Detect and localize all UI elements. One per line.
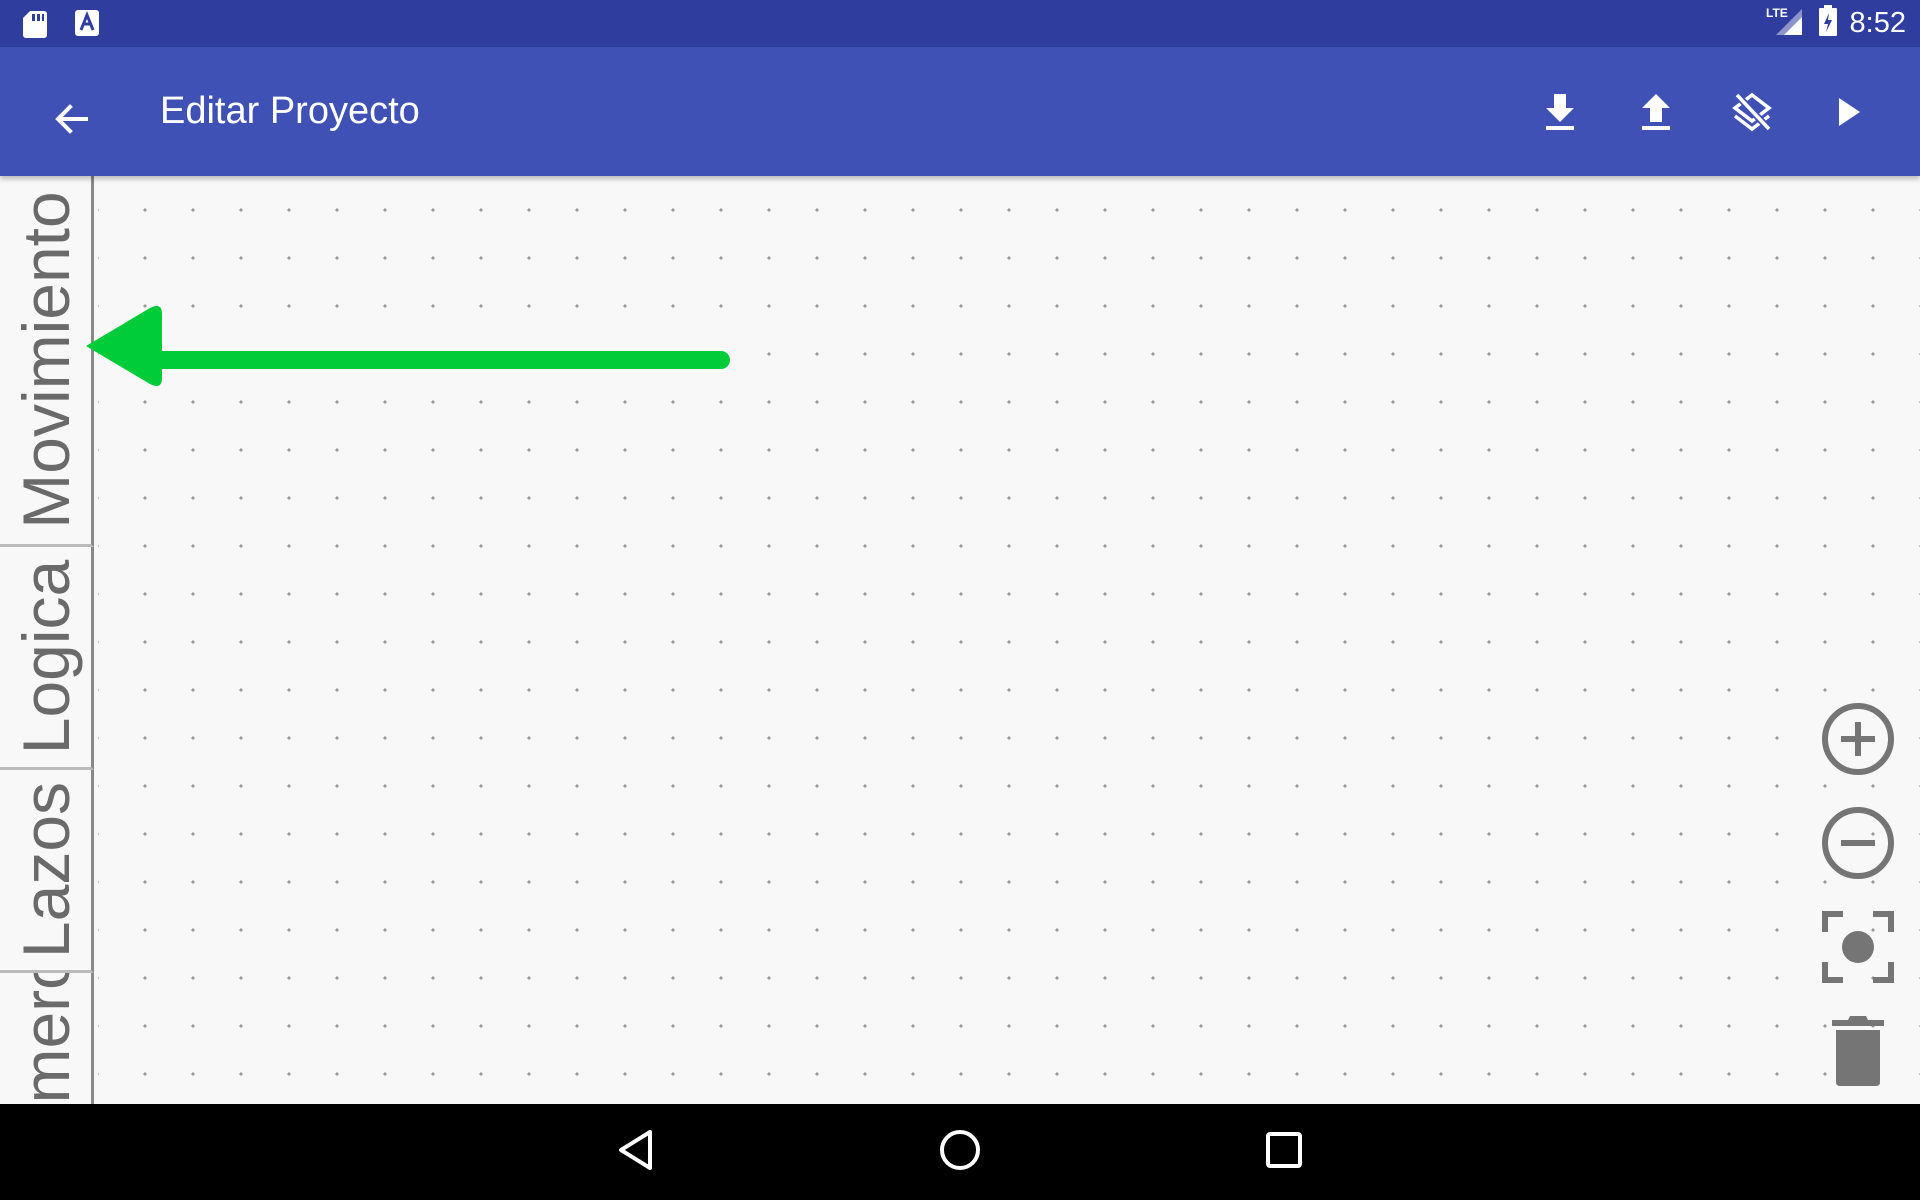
status-bar-notifications [22,9,100,44]
arrow-back-icon [52,99,92,144]
home-nav-icon [938,1128,982,1177]
tab-logica[interactable]: Logica [0,547,94,770]
recenter-icon [1821,910,1895,989]
upload-icon [1639,92,1673,137]
page-title: Editar Proyecto [160,90,420,132]
app-notification-icon [74,9,100,44]
download-icon [1543,92,1577,137]
zoom-in-button[interactable] [1820,702,1896,781]
clock: 8:52 [1849,7,1906,39]
back-nav-icon [616,1128,656,1177]
annotation-arrow [80,306,740,391]
toolbar-actions [1528,89,1880,139]
nav-recents-button[interactable] [1256,1124,1312,1180]
trash-icon [1828,1014,1888,1093]
layers-clear-icon [1731,91,1773,138]
recents-nav-icon [1264,1130,1304,1175]
layers-clear-button[interactable] [1720,89,1784,139]
status-bar: LTE 8:52 [0,0,1920,47]
battery-icon [1818,5,1838,42]
status-bar-system: LTE 8:52 [1766,0,1906,47]
back-button[interactable] [40,89,104,153]
zoom-out-icon [1821,806,1895,885]
recenter-button[interactable] [1820,910,1896,989]
signal-icon: LTE [1766,5,1806,42]
tab-label: Movimiento [8,191,83,529]
system-nav-bar [0,1104,1920,1200]
play-icon [1833,95,1863,134]
upload-button[interactable] [1624,89,1688,139]
app-bar: Editar Proyecto [0,47,1920,176]
tab-label: Lazos [8,781,83,959]
download-button[interactable] [1528,89,1592,139]
tab-label: Numeros [8,973,84,1104]
workspace-controls [1820,702,1896,1091]
nav-back-button[interactable] [608,1124,664,1180]
nav-home-button[interactable] [932,1124,988,1180]
tab-label: Logica [8,559,83,755]
zoom-in-icon [1821,702,1895,781]
zoom-out-button[interactable] [1820,806,1896,885]
trash-button[interactable] [1820,1015,1896,1091]
sd-card-icon [22,9,48,44]
tab-numeros[interactable]: Numeros [0,973,94,1104]
play-button[interactable] [1816,89,1880,139]
network-label: LTE [1766,6,1788,20]
block-workspace[interactable]: Movimiento Logica Lazos Numeros [0,176,1920,1104]
tab-lazos[interactable]: Lazos [0,770,94,973]
